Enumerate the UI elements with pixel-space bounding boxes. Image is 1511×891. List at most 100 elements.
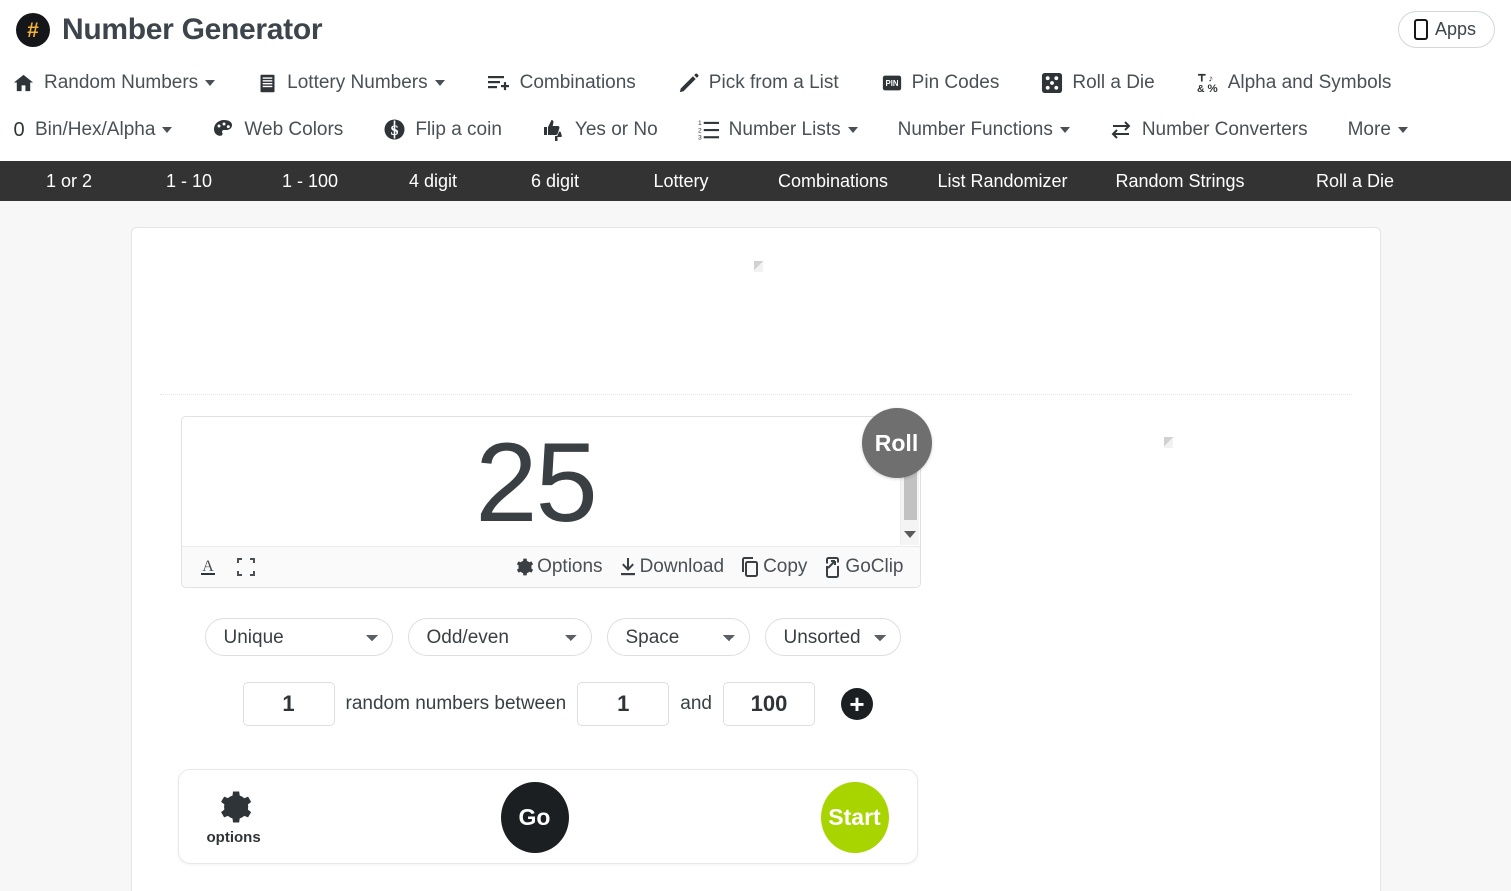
nav-item-bin-hex-alpha[interactable]: 0 Bin/Hex/Alpha: [12, 118, 173, 141]
nav-item-roll-a-die[interactable]: Roll a Die: [1041, 72, 1155, 94]
thumbs-icon: [542, 118, 566, 142]
nav-item-label: Number Functions: [897, 118, 1053, 140]
primary-navigation: Random Numbers Lottery Numbers Combinati…: [0, 60, 1511, 161]
nav-item-number-lists[interactable]: 1 2 3 Number Lists: [698, 118, 858, 141]
nav-item-label: Number Converters: [1141, 118, 1308, 140]
options-button[interactable]: Options: [514, 556, 603, 578]
copy-button-label: Copy: [763, 556, 808, 577]
go-button[interactable]: Go: [500, 782, 569, 853]
card-divider: [159, 394, 1352, 395]
brand[interactable]: # Number Generator: [16, 13, 323, 47]
uniqueness-select[interactable]: Unique: [204, 618, 393, 656]
chevron-down-icon: [162, 126, 173, 133]
copy-button[interactable]: Copy: [740, 556, 807, 578]
sorting-select[interactable]: Unsorted: [764, 618, 901, 656]
subnav-item-1-or-2[interactable]: 1 or 2: [8, 171, 130, 192]
svg-text:&: &: [1197, 83, 1205, 94]
generator-card: 25 A Options Download Copy GoClip Roll U…: [130, 227, 1381, 891]
svg-text:3: 3: [698, 135, 702, 141]
svg-text:1: 1: [698, 120, 702, 127]
main-stage: 25 A Options Download Copy GoClip Roll U…: [0, 201, 1511, 891]
nav-item-random-numbers[interactable]: Random Numbers: [12, 72, 216, 95]
nav-item-number-converters[interactable]: Number Converters: [1110, 118, 1308, 141]
nav-item-yes-or-no[interactable]: Yes or No: [542, 118, 658, 142]
nav-item-label: Pick from a List: [708, 72, 839, 93]
min-input[interactable]: [577, 682, 670, 726]
nav-item-lottery-numbers[interactable]: Lottery Numbers: [257, 72, 445, 94]
goclip-button-label: GoClip: [845, 556, 904, 577]
nav-item-alpha-and-symbols[interactable]: ♪ & % Alpha and Symbols: [1197, 72, 1392, 94]
parity-select[interactable]: Odd/even: [407, 618, 592, 656]
nav-item-label: More: [1347, 118, 1391, 140]
roll-badge[interactable]: Roll: [861, 408, 932, 478]
gear-icon: [514, 557, 534, 577]
download-button[interactable]: Download: [619, 556, 724, 578]
quick-links-subnav: 1 or 21 - 10 1 - 100 4 digit 6 digit Lottery…: [0, 161, 1511, 201]
nav-item-more[interactable]: More: [1348, 119, 1408, 141]
scrollbar-down-arrow-icon[interactable]: [901, 523, 919, 545]
hash-logo-icon: #: [16, 13, 50, 47]
svg-text:2: 2: [698, 127, 702, 134]
chevron-down-icon: [1059, 126, 1070, 133]
text-format-icon[interactable]: A: [198, 556, 218, 578]
nav-item-pin-codes[interactable]: PIN Pin Codes: [881, 72, 1000, 94]
subnav-item-lottery[interactable]: Lottery: [616, 171, 746, 192]
alpha-symbols-icon: ♪ & %: [1197, 72, 1219, 94]
nav-item-number-functions[interactable]: Number Functions: [898, 119, 1070, 141]
svg-text:%: %: [1207, 83, 1217, 94]
list-plus-icon: [487, 72, 511, 94]
copy-icon: [740, 556, 760, 578]
chevron-down-icon: [434, 80, 445, 86]
nav-item-flip-a-coin[interactable]: S Flip a coin: [383, 118, 502, 141]
add-row-button[interactable]: +: [840, 688, 873, 720]
max-input[interactable]: [722, 682, 815, 726]
broken-image-placeholder: [753, 261, 763, 272]
nav-item-label: Random Numbers: [44, 72, 199, 93]
result-box: 25 A Options Download Copy GoClip: [180, 416, 921, 588]
nav-item-pick-from-a-list[interactable]: Pick from a List: [678, 72, 839, 94]
download-icon: [619, 557, 637, 577]
exchange-icon: [1110, 118, 1133, 141]
options-gear-label: options: [206, 829, 261, 846]
result-value: 25: [475, 419, 598, 545]
nav-item-label: Bin/Hex/Alpha: [35, 118, 156, 140]
subnav-item-roll-a-die[interactable]: Roll a Die: [1275, 171, 1435, 192]
range-row: random numbers between and +: [181, 682, 921, 726]
coin-icon: S: [383, 118, 406, 141]
svg-text:A: A: [202, 558, 214, 575]
subnav-item-list-randomizer[interactable]: List Randomizer: [920, 171, 1085, 192]
subnav-item-6-digit[interactable]: 6 digit: [494, 171, 616, 192]
subnav-item-1-10[interactable]: 1 - 10: [130, 171, 248, 192]
palette-icon: [212, 118, 235, 141]
pencil-icon: [678, 72, 700, 94]
goclip-icon: [823, 556, 842, 578]
nav-item-label: Pin Codes: [911, 72, 1000, 93]
nav-item-label: Lottery Numbers: [287, 72, 428, 93]
nav-item-combinations[interactable]: Combinations: [487, 72, 636, 94]
subnav-item-1-100[interactable]: 1 - 100: [248, 171, 372, 192]
nav-item-label: Flip a coin: [415, 118, 502, 140]
ordered-list-icon: 1 2 3: [698, 118, 720, 141]
goclip-button[interactable]: GoClip: [823, 556, 904, 578]
count-input[interactable]: [242, 682, 335, 726]
subnav-item-4-digit[interactable]: 4 digit: [372, 171, 494, 192]
chevron-down-icon: [847, 126, 858, 133]
subnav-item-combinations[interactable]: Combinations: [746, 171, 920, 192]
phone-icon: [1413, 19, 1428, 40]
action-bar: options Go Start: [177, 769, 918, 864]
apps-button[interactable]: Apps: [1397, 11, 1495, 48]
start-button[interactable]: Start: [820, 782, 889, 853]
home-icon: [12, 72, 35, 95]
nav-item-label: Roll a Die: [1072, 72, 1155, 93]
nav-item-web-colors[interactable]: Web Colors: [212, 118, 343, 141]
broken-image-placeholder: [1163, 437, 1173, 448]
subnav-item-random-strings[interactable]: Random Strings: [1085, 171, 1275, 192]
chevron-down-icon: [205, 80, 216, 86]
separator-select[interactable]: Space: [606, 618, 750, 656]
fullscreen-icon[interactable]: [236, 557, 256, 577]
nav-item-label: Combinations: [519, 72, 636, 93]
gear-icon: [214, 787, 254, 827]
options-gear-button[interactable]: options: [207, 787, 261, 846]
apps-button-label: Apps: [1434, 19, 1476, 39]
options-selects-row: Unique Odd/even Space Unsorted: [181, 618, 921, 656]
